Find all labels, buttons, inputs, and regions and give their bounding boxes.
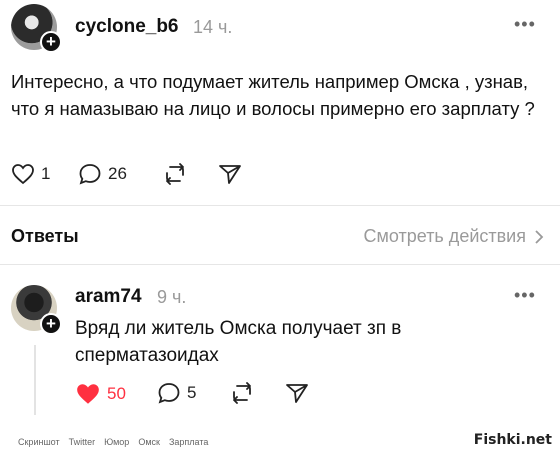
- thread-line: [34, 345, 36, 415]
- post-username[interactable]: cyclone_b6: [75, 16, 179, 38]
- reply-text: Вряд ли житель Омска получает зп в сперм…: [75, 318, 402, 366]
- footer-tags: Скриншот Twitter Юмор Омск Зарплата: [18, 437, 208, 447]
- chevron-right-icon: [535, 229, 544, 244]
- post-time: 14 ч.: [193, 17, 233, 37]
- view-activity-label: Смотреть действия: [363, 226, 526, 246]
- reply-comment-count: 5: [187, 383, 197, 402]
- more-options-icon[interactable]: •••: [514, 14, 536, 35]
- replies-label: Ответы: [11, 226, 79, 246]
- send-icon: [219, 165, 241, 184]
- more-options-icon[interactable]: •••: [514, 285, 536, 306]
- footer-tag[interactable]: Зарплата: [169, 437, 208, 447]
- main-post: + cyclone_b6 14 ч. ••• Интересно, а что …: [0, 0, 560, 205]
- reply-like-count: 50: [107, 384, 126, 403]
- repost-icon: [233, 382, 251, 404]
- like-button[interactable]: 1: [11, 163, 50, 185]
- view-activity-link[interactable]: Смотреть действия: [364, 226, 544, 247]
- comment-icon: [79, 164, 101, 185]
- replies-header: Ответы Смотреть действия: [0, 205, 560, 265]
- send-icon: [286, 384, 308, 403]
- comment-icon: [158, 383, 180, 404]
- comment-count: 26: [108, 164, 127, 183]
- reply-repost-button[interactable]: [230, 382, 254, 404]
- follow-plus-icon[interactable]: +: [40, 31, 62, 53]
- heart-filled-icon: [77, 384, 99, 404]
- reply-username[interactable]: aram74: [75, 286, 142, 308]
- footer-tag[interactable]: Twitter: [69, 437, 96, 447]
- reply-time: 9 ч.: [157, 287, 187, 307]
- follow-plus-icon[interactable]: +: [40, 313, 62, 335]
- reply-share-button[interactable]: [285, 382, 309, 404]
- footer-tag[interactable]: Скриншот: [18, 437, 60, 447]
- comment-button[interactable]: 26: [78, 163, 127, 185]
- share-button[interactable]: [218, 163, 242, 185]
- heart-icon: [12, 164, 34, 185]
- post-text: Интересно, а что подумает житель наприме…: [11, 71, 535, 119]
- footer-tag[interactable]: Омск: [138, 437, 160, 447]
- reply-comment-button[interactable]: 5: [157, 382, 196, 404]
- repost-icon: [166, 163, 184, 185]
- repost-button[interactable]: [163, 163, 187, 185]
- footer-tag[interactable]: Юмор: [104, 437, 129, 447]
- reply-like-button[interactable]: 50: [75, 382, 126, 406]
- like-count: 1: [41, 164, 51, 183]
- watermark: Fishki.net: [473, 432, 552, 448]
